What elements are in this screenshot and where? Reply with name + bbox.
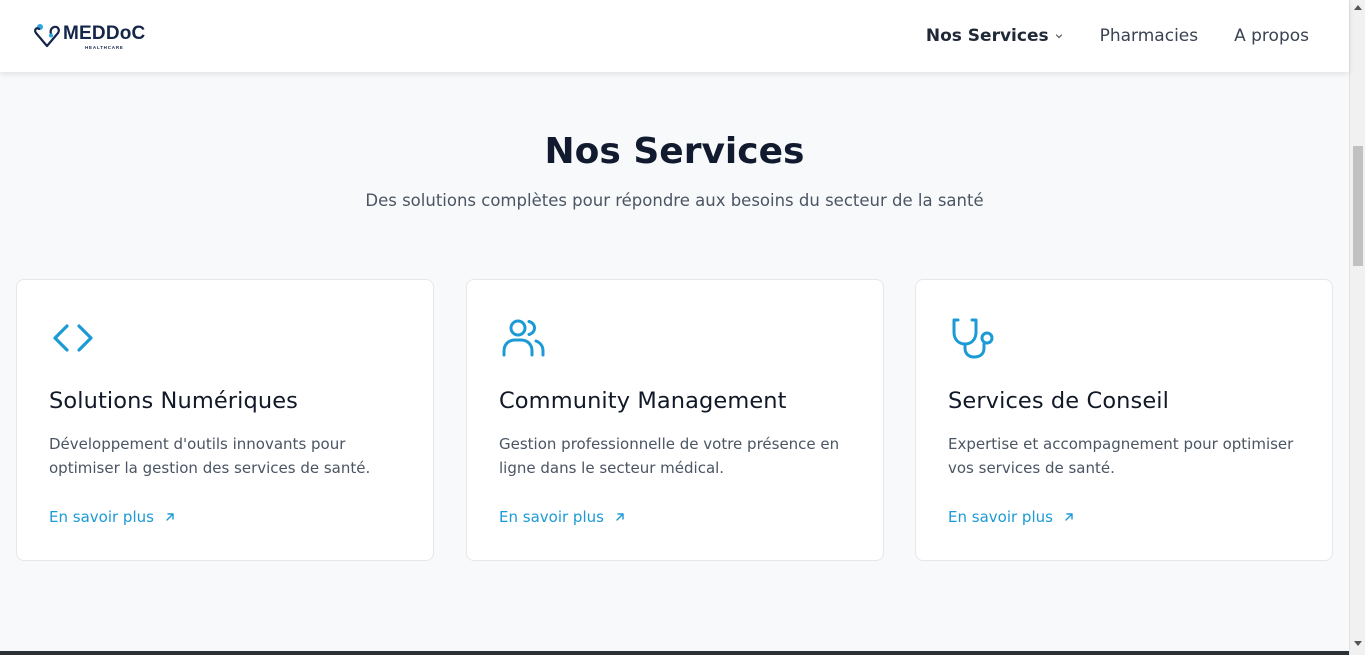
scroll-down-arrow-icon[interactable] xyxy=(1354,641,1362,647)
card-title: Community Management xyxy=(499,388,787,414)
main-nav: Nos Services Pharmacies A propos xyxy=(890,24,1309,48)
vertical-scrollbar[interactable] xyxy=(1349,0,1365,655)
chevron-down-icon xyxy=(1055,34,1062,39)
service-card-solutions-numeriques: Solutions Numériques Développement d'out… xyxy=(16,279,434,561)
card-description: Expertise et accompagnement pour optimis… xyxy=(948,435,1294,477)
nav-item-label: A propos xyxy=(1234,26,1309,46)
section-subtitle: Des solutions complètes pour répondre au… xyxy=(365,191,984,210)
learn-more-link[interactable]: En savoir plus xyxy=(499,506,626,528)
service-card-services-de-conseil: Services de Conseil Expertise et accompa… xyxy=(915,279,1333,561)
brand-tagline: HEALTHCARE xyxy=(85,45,124,50)
card-title: Solutions Numériques xyxy=(49,388,298,414)
learn-more-link[interactable]: En savoir plus xyxy=(948,506,1075,528)
nav-item-label: Pharmacies xyxy=(1099,26,1199,46)
nav-item-label: Nos Services xyxy=(925,26,1049,46)
card-title: Services de Conseil xyxy=(948,388,1170,414)
heart-stethoscope-logo-icon xyxy=(34,24,60,48)
scroll-up-arrow-icon[interactable] xyxy=(1354,4,1362,10)
learn-more-label: En savoir plus xyxy=(499,508,604,526)
arrow-up-right-icon xyxy=(1065,513,1073,521)
nav-item-nos-services[interactable]: Nos Services xyxy=(926,24,1064,48)
nav-item-pharmacies[interactable]: Pharmacies xyxy=(1100,24,1199,48)
learn-more-label: En savoir plus xyxy=(49,508,154,526)
site-header: MEDDoC HEALTHCARE Nos Services Pharmacie… xyxy=(0,0,1349,72)
brand-logo[interactable]: MEDDoC HEALTHCARE xyxy=(33,22,145,52)
taskbar-edge xyxy=(0,651,1349,655)
card-description: Gestion professionnelle de votre présenc… xyxy=(499,435,840,477)
service-card-community-management: Community Management Gestion professionn… xyxy=(466,279,884,561)
learn-more-label: En savoir plus xyxy=(948,508,1053,526)
users-icon xyxy=(502,319,545,357)
learn-more-link[interactable]: En savoir plus xyxy=(49,506,176,528)
arrow-up-right-icon xyxy=(616,513,624,521)
arrow-up-right-icon xyxy=(166,513,174,521)
nav-item-a-propos[interactable]: A propos xyxy=(1234,24,1309,48)
code-icon xyxy=(53,324,93,352)
brand-name: MEDDoC xyxy=(63,23,146,44)
page: MEDDoC HEALTHCARE Nos Services Pharmacie… xyxy=(0,0,1349,655)
section-title: Nos Services xyxy=(544,131,805,172)
card-description: Développement d'outils innovants pour op… xyxy=(49,435,371,477)
stethoscope-icon xyxy=(952,318,994,359)
scrollbar-thumb[interactable] xyxy=(1353,146,1363,266)
